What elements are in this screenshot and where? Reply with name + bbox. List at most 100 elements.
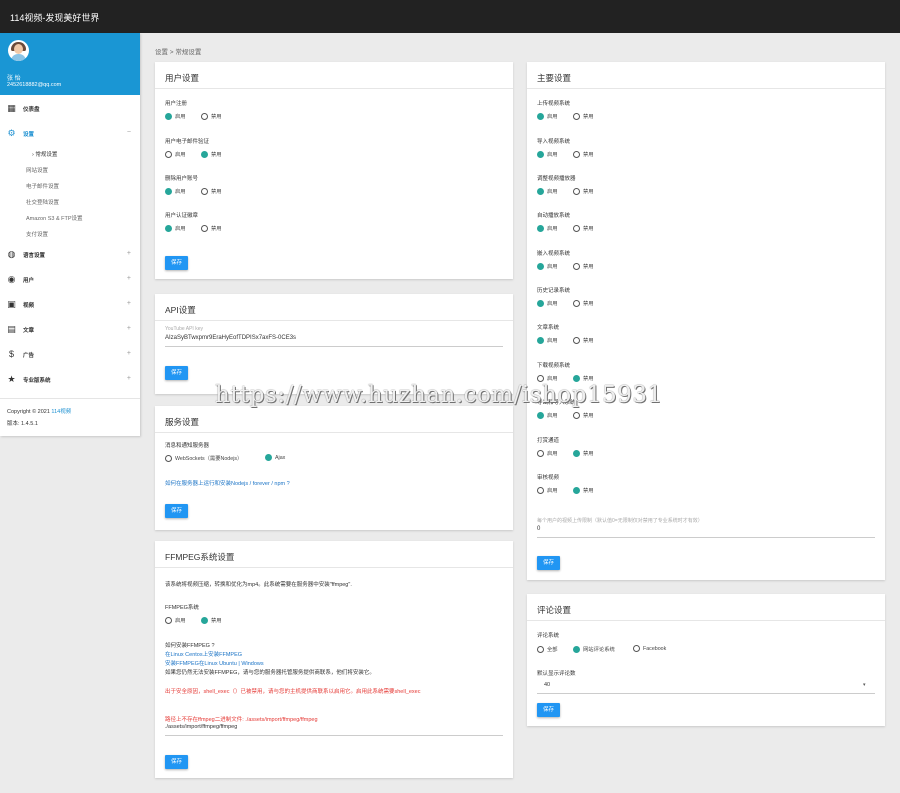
radio-upload-disable[interactable]: 禁用 (573, 112, 594, 120)
radio-email-verify-enable[interactable]: 启用 (165, 150, 186, 158)
user-name: 张 怡 (7, 76, 21, 82)
sidebar-item-ads[interactable]: $ 广告 + (0, 348, 140, 362)
nodejs-help-link[interactable]: 如何在服务器上运行和安装Nodejs / forever / npm ? (165, 479, 290, 487)
api-key-label: YouTube API key (165, 326, 203, 332)
sidebar-sub-email[interactable]: 电子邮件设置 (26, 182, 59, 190)
ffmpeg-path-error: 路径上不存在ffmpeg二进制文件: ./assets/import/ffmpe… (165, 717, 318, 723)
sidebar-sub-site[interactable]: 网站设置 (26, 166, 48, 174)
radio-review-disable[interactable]: 禁用 (573, 486, 594, 494)
version: 版本: 1.4.5.1 (7, 421, 38, 427)
radio-history-enable[interactable]: 启用 (537, 299, 558, 307)
user-settings-card: 用户设置 用户注册 启用 禁用 用户电子邮件验证 启用 禁用 删除用户账号 启用… (155, 62, 513, 279)
radio-donate-enable[interactable]: 启用 (537, 449, 558, 457)
expand-icon: + (126, 350, 131, 357)
radio-export-enable[interactable]: 启用 (537, 411, 558, 419)
api-key-input[interactable]: AIzaSyBTwxpmr9EraHyEofTDPISx7axFS-0CE3s (165, 335, 296, 341)
collapse-icon: − (126, 129, 131, 136)
comment-count-select[interactable]: 40 (544, 682, 550, 688)
radio-autoplay-disable[interactable]: 禁用 (573, 224, 594, 232)
user-icon: ◉ (7, 274, 16, 284)
sidebar-item-language[interactable]: ◍ 语言设置 + (0, 248, 140, 262)
radio-embed-disable[interactable]: 禁用 (573, 262, 594, 270)
radio-badge-enable[interactable]: 启用 (165, 224, 186, 232)
radio-download-disable[interactable]: 禁用 (573, 374, 594, 382)
comment-settings-card: 评论设置 评论系统 全部 网站评论系统 Facebook 默认显示评论数 40 … (527, 594, 885, 726)
expand-icon: + (126, 375, 131, 382)
article-icon: ▤ (7, 324, 16, 334)
save-button[interactable]: 保存 (165, 366, 188, 380)
save-button[interactable]: 保存 (165, 256, 188, 270)
save-button[interactable]: 保存 (537, 703, 560, 717)
save-button[interactable]: 保存 (537, 556, 560, 570)
radio-register-enable[interactable]: 启用 (165, 112, 186, 120)
ffmpeg-ubuntu-link[interactable]: 安装FFMPEG在Linux Ubuntu | Windows (165, 659, 264, 667)
user-profile[interactable]: 张 怡 2452618882@qq.com (0, 33, 140, 95)
radio-ffmpeg-disable[interactable]: 禁用 (201, 616, 222, 624)
sidebar-divider (0, 398, 140, 399)
radio-player-enable[interactable]: 启用 (537, 187, 558, 195)
radio-register-disable[interactable]: 禁用 (201, 112, 222, 120)
card-title: 用户设置 (165, 73, 200, 83)
expand-icon: + (126, 275, 131, 282)
video-icon: ▣ (7, 299, 16, 309)
expand-icon: + (126, 300, 131, 307)
radio-import-disable[interactable]: 禁用 (573, 150, 594, 158)
avatar[interactable] (8, 40, 29, 61)
globe-icon: ◍ (7, 249, 16, 259)
sidebar-sub-social[interactable]: 社交登陆设置 (26, 198, 59, 206)
sidebar-item-users[interactable]: ◉ 用户 + (0, 273, 140, 287)
sidebar: 张 怡 2452618882@qq.com ▦ 仪表盘 ⚙ 设置 − › 常规设… (0, 33, 140, 436)
upload-limit-input[interactable]: 0 (537, 526, 540, 532)
copyright-link[interactable]: 114视频 (51, 409, 71, 415)
radio-ffmpeg-enable[interactable]: 启用 (165, 616, 186, 624)
radio-delete-account-disable[interactable]: 禁用 (201, 187, 222, 195)
save-button[interactable]: 保存 (165, 755, 188, 769)
save-button[interactable]: 保存 (165, 504, 188, 518)
sidebar-item-articles[interactable]: ▤ 文章 + (0, 323, 140, 337)
sidebar-item-pro[interactable]: ★ 专业版系统 + (0, 373, 140, 387)
radio-comments-site[interactable]: 网站评论系统 (573, 645, 615, 653)
radio-articles-enable[interactable]: 启用 (537, 336, 558, 344)
radio-comments-facebook[interactable]: Facebook (633, 645, 666, 652)
copyright: Copyright © 2021 114视频 (7, 409, 72, 415)
radio-comments-all[interactable]: 全部 (537, 645, 558, 653)
server-settings-card: 服务设置 消息和通知服务器 WebSockets（需要Nodejs） Ajax … (155, 406, 513, 530)
radio-badge-disable[interactable]: 禁用 (201, 224, 222, 232)
sidebar-sub-general[interactable]: › 常规设置 (32, 150, 57, 158)
ffmpeg-centos-link[interactable]: 在Linux Centos上安装FFMPEG (165, 650, 242, 658)
star-icon: ★ (7, 374, 16, 384)
dropdown-arrow-icon[interactable]: ▾ (863, 682, 866, 688)
dollar-icon: $ (8, 349, 14, 359)
top-bar: 114视频-发现美好世界 (0, 0, 900, 33)
gear-icon: ⚙ (7, 128, 16, 138)
upload-limit-label: 每个用户的视频上传限制（默认值0=无限制仅对禁用了专业系统时才有效） (537, 518, 703, 524)
radio-ajax[interactable]: Ajax (265, 454, 285, 461)
radio-autoplay-enable[interactable]: 启用 (537, 224, 558, 232)
ffmpeg-path-input[interactable]: ./assets/import/ffmpeg/ffmpeg (165, 724, 237, 730)
radio-review-enable[interactable]: 启用 (537, 486, 558, 494)
sidebar-sub-payment[interactable]: 支付设置 (26, 230, 48, 238)
sidebar-item-settings[interactable]: ⚙ 设置 − (0, 127, 140, 141)
shell-exec-warning: 出于安全原因，shell_exec（）已被禁用，请与您的主机提供商联系以启用它。… (165, 689, 421, 695)
radio-donate-disable[interactable]: 禁用 (573, 449, 594, 457)
app-title[interactable]: 114视频-发现美好世界 (10, 11, 99, 24)
radio-import-enable[interactable]: 启用 (537, 150, 558, 158)
sidebar-sub-s3[interactable]: Amazon S3 & FTP设置 (26, 214, 83, 222)
radio-email-verify-disable[interactable]: 禁用 (201, 150, 222, 158)
ffmpeg-settings-card: FFMPEG系统设置 该系统将视频压缩，转换和优化为mp4。此系统需要在服务器中… (155, 541, 513, 778)
radio-websockets[interactable]: WebSockets（需要Nodejs） (165, 454, 242, 462)
main-settings-card: 主要设置 上传视频系统 启用 禁用 导入视频系统 启用 禁用 调整视频播放器 启… (527, 62, 885, 580)
radio-history-disable[interactable]: 禁用 (573, 299, 594, 307)
radio-export-disable[interactable]: 禁用 (573, 411, 594, 419)
radio-articles-disable[interactable]: 禁用 (573, 336, 594, 344)
radio-player-disable[interactable]: 禁用 (573, 187, 594, 195)
radio-upload-enable[interactable]: 启用 (537, 112, 558, 120)
sidebar-item-videos[interactable]: ▣ 视频 + (0, 298, 140, 312)
breadcrumb: 设置 > 常规设置 (155, 49, 202, 56)
radio-embed-enable[interactable]: 启用 (537, 262, 558, 270)
sidebar-item-dashboard[interactable]: ▦ 仪表盘 (0, 102, 140, 116)
radio-delete-account-enable[interactable]: 启用 (165, 187, 186, 195)
dashboard-icon: ▦ (7, 103, 16, 113)
api-settings-card: API设置 YouTube API key AIzaSyBTwxpmr9EraH… (155, 294, 513, 394)
radio-download-enable[interactable]: 启用 (537, 374, 558, 382)
